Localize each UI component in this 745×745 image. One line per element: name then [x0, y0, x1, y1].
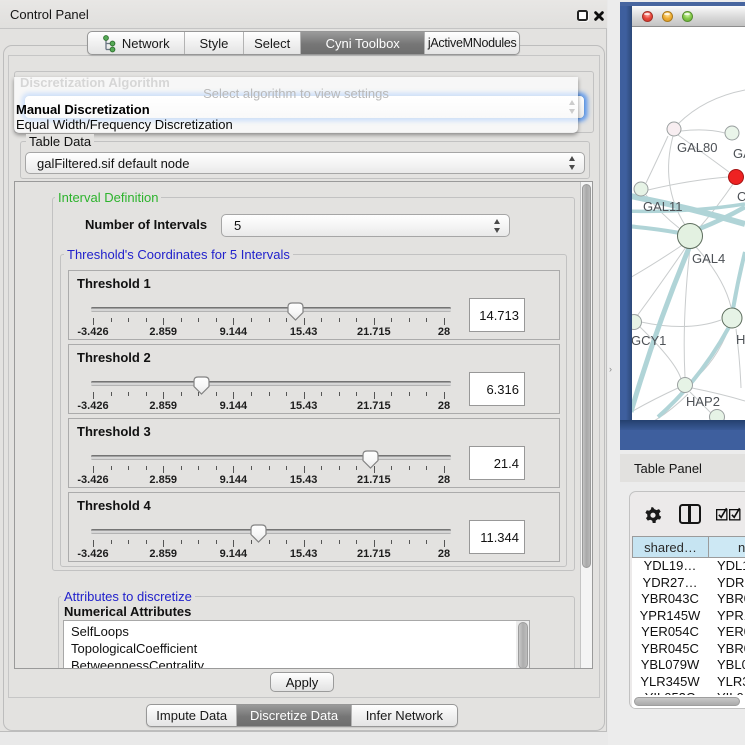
svg-text:GA: GA [733, 146, 745, 161]
svg-text:C: C [737, 189, 745, 204]
svg-text:GCY1: GCY1 [632, 333, 666, 348]
svg-text:GAL11: GAL11 [643, 199, 683, 214]
svg-text:GAL4: GAL4 [692, 251, 725, 266]
svg-text:H: H [736, 332, 745, 347]
svg-text:GAL80: GAL80 [677, 140, 717, 155]
svg-text:HAP2: HAP2 [686, 394, 720, 409]
